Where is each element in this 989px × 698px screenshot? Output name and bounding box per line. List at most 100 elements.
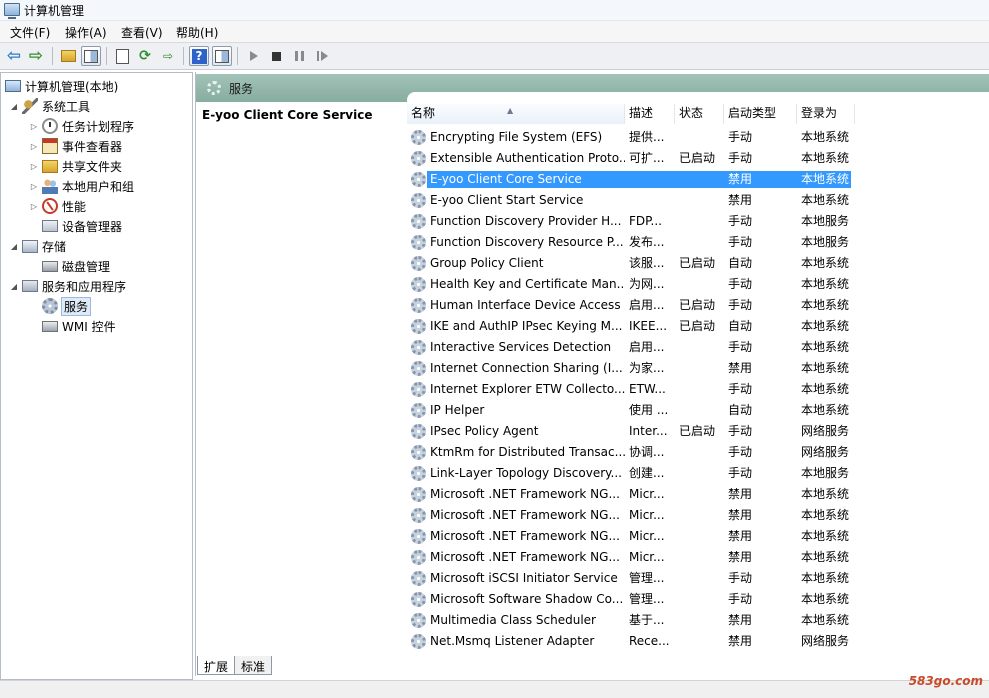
service-row[interactable]: E-yoo Client Start Service 禁用 本地系统 [407, 189, 855, 210]
tree-node-system-tools[interactable]: ◢ 系统工具 [9, 97, 90, 115]
service-row[interactable]: Internet Connection Sharing (I... 为家... 禁用… [407, 357, 855, 378]
help-button[interactable]: ? [189, 46, 209, 66]
service-description: 该服... [629, 256, 665, 270]
tree-node-task-scheduler[interactable]: ▷ 任务计划程序 [29, 117, 134, 135]
services-pane: 服务 E-yoo Client Core Service ▲ 名称 描述 状态 … [195, 72, 989, 676]
collapsed-triangle-icon[interactable]: ▷ [29, 122, 39, 131]
service-log-on-as: 本地系统 [801, 298, 850, 312]
pause-icon [294, 51, 304, 61]
service-row[interactable]: Microsoft .NET Framework NG... Micr... 禁用 本… [407, 483, 855, 504]
service-row[interactable]: Link-Layer Topology Discovery... 创建... 手动 本… [407, 462, 855, 483]
show-hide-console-tree-button[interactable] [81, 46, 101, 66]
column-header-startup-type[interactable]: 启动类型 [724, 104, 797, 124]
forward-button[interactable]: ⇨ [26, 46, 46, 66]
service-description: Micr... [629, 550, 665, 564]
service-row[interactable]: Human Interface Device Access 启用... 已启动 手动 本… [407, 294, 855, 315]
service-row[interactable]: Microsoft .NET Framework NG... Micr... 禁用 本… [407, 525, 855, 546]
gear-icon [207, 81, 221, 95]
show-hide-action-pane-button[interactable] [212, 46, 232, 66]
tree-node-services[interactable]: 服务 [42, 296, 92, 316]
gear-icon [411, 529, 426, 544]
service-startup-type: 手动 [728, 592, 753, 606]
tree-node-label: 服务 [60, 296, 92, 316]
properties-button[interactable] [112, 46, 132, 66]
service-description: Rece... [629, 634, 669, 648]
collapsed-triangle-icon[interactable]: ▷ [29, 142, 39, 151]
service-startup-type: 自动 [728, 256, 753, 270]
tree-node-label: 存储 [42, 239, 67, 254]
service-row[interactable]: Function Discovery Provider H... FDP... 手动… [407, 210, 855, 231]
service-row[interactable]: Interactive Services Detection 启用... 手动 本地系… [407, 336, 855, 357]
service-startup-type: 手动 [728, 424, 753, 438]
service-row[interactable]: KtmRm for Distributed Transac... 协调... 手动 网… [407, 441, 855, 462]
column-header-status[interactable]: 状态 [675, 104, 724, 124]
service-log-on-as: 本地服务 [801, 214, 850, 228]
export-list-button[interactable]: ⇨ [158, 46, 178, 66]
service-details: 管理... 手动 本地系统 [625, 570, 851, 587]
service-row[interactable]: Health Key and Certificate Man... 为网... 手动… [407, 273, 855, 294]
service-row[interactable]: Internet Explorer ETW Collecto... ETW... 手… [407, 378, 855, 399]
service-status [679, 507, 723, 524]
service-status [679, 171, 723, 188]
service-row[interactable]: IP Helper 使用 ... 自动 本地系统 [407, 399, 855, 420]
tree-node-performance[interactable]: ▷ 性能 [29, 197, 86, 215]
tree-node-services-applications[interactable]: ◢ 服务和应用程序 [9, 277, 126, 295]
column-header-description[interactable]: 描述 [625, 104, 675, 124]
gear-icon [411, 466, 426, 481]
collapsed-triangle-icon[interactable]: ▷ [29, 202, 39, 211]
menu-help[interactable]: 帮助(H) [176, 24, 218, 41]
service-row[interactable]: Encrypting File System (EFS) 提供... 手动 本地系统 [407, 126, 855, 147]
tree-node-wmi-control[interactable]: WMI 控件 [42, 317, 116, 335]
service-row[interactable]: Microsoft iSCSI Initiator Service 管理... 手动… [407, 567, 855, 588]
tree-node-event-viewer[interactable]: ▷ 事件查看器 [29, 137, 122, 155]
service-log-on-as: 本地系统 [801, 382, 850, 396]
service-row[interactable]: Multimedia Class Scheduler 基于... 禁用 本地系统 [407, 609, 855, 630]
storage-icon [22, 239, 38, 253]
service-row[interactable]: Microsoft .NET Framework NG... Micr... 禁用 本… [407, 546, 855, 567]
clock-icon [42, 118, 58, 134]
menu-action[interactable]: 操作(A) [65, 24, 107, 41]
tree-node-local-users-groups[interactable]: ▷ 本地用户和组 [29, 177, 134, 195]
menu-view[interactable]: 查看(V) [121, 24, 163, 41]
tree-node-disk-management[interactable]: 磁盘管理 [42, 257, 110, 275]
service-row[interactable]: Function Discovery Resource P... 发布... 手动 本… [407, 231, 855, 252]
service-details: Micr... 禁用 本地系统 [625, 528, 851, 545]
start-service-button[interactable] [244, 46, 264, 66]
service-row[interactable]: E-yoo Client Core Service 禁用 本地系统 [407, 168, 855, 189]
service-status [679, 129, 723, 146]
column-header-log-on-as[interactable]: 登录为 [797, 104, 855, 124]
tree-node-computer-management[interactable]: 计算机管理(本地) [5, 77, 118, 95]
tree-node-shared-folders[interactable]: ▷ 共享文件夹 [29, 157, 122, 175]
service-row[interactable]: IKE and AuthIP IPsec Keying M... IKEE... 已… [407, 315, 855, 336]
menu-file[interactable]: 文件(F) [10, 24, 50, 41]
collapsed-triangle-icon[interactable]: ▷ [29, 162, 39, 171]
restart-service-button[interactable] [312, 46, 332, 66]
tab-extended[interactable]: 扩展 [197, 656, 236, 675]
expanded-triangle-icon[interactable]: ◢ [9, 242, 19, 251]
collapsed-triangle-icon[interactable]: ▷ [29, 182, 39, 191]
service-details: Inter... 已启动 手动 网络服务 [625, 423, 851, 440]
expanded-triangle-icon[interactable]: ◢ [9, 102, 19, 111]
pause-service-button[interactable] [289, 46, 309, 66]
up-level-button[interactable] [58, 46, 78, 66]
refresh-button[interactable]: ⟳ [135, 46, 155, 66]
service-row[interactable]: Net.Msmq Listener Adapter Rece... 禁用 网络服务 [407, 630, 855, 651]
service-row[interactable]: Extensible Authentication Proto... 可扩... 已… [407, 147, 855, 168]
back-button[interactable]: ⇦ [4, 46, 24, 66]
service-row[interactable]: IPsec Policy Agent Inter... 已启动 手动 网络服务 [407, 420, 855, 441]
service-startup-type: 手动 [728, 151, 753, 165]
back-arrow-icon: ⇦ [6, 46, 22, 66]
service-row[interactable]: Group Policy Client 该服... 已启动 自动 本地系统 [407, 252, 855, 273]
computer-icon [5, 80, 21, 92]
service-log-on-as: 本地系统 [801, 613, 850, 627]
tab-standard[interactable]: 标准 [234, 656, 273, 675]
column-header-name[interactable]: ▲ 名称 [407, 104, 625, 124]
service-row[interactable]: Microsoft Software Shadow Co... 管理... 手动 本地… [407, 588, 855, 609]
stop-service-button[interactable] [266, 46, 286, 66]
service-row[interactable]: Microsoft .NET Framework NG... Micr... 禁用 本… [407, 504, 855, 525]
gear-icon [411, 172, 426, 187]
service-name: Group Policy Client [430, 256, 544, 270]
tree-node-storage[interactable]: ◢ 存储 [9, 237, 66, 255]
expanded-triangle-icon[interactable]: ◢ [9, 282, 19, 291]
tree-node-device-manager[interactable]: 设备管理器 [42, 217, 122, 235]
